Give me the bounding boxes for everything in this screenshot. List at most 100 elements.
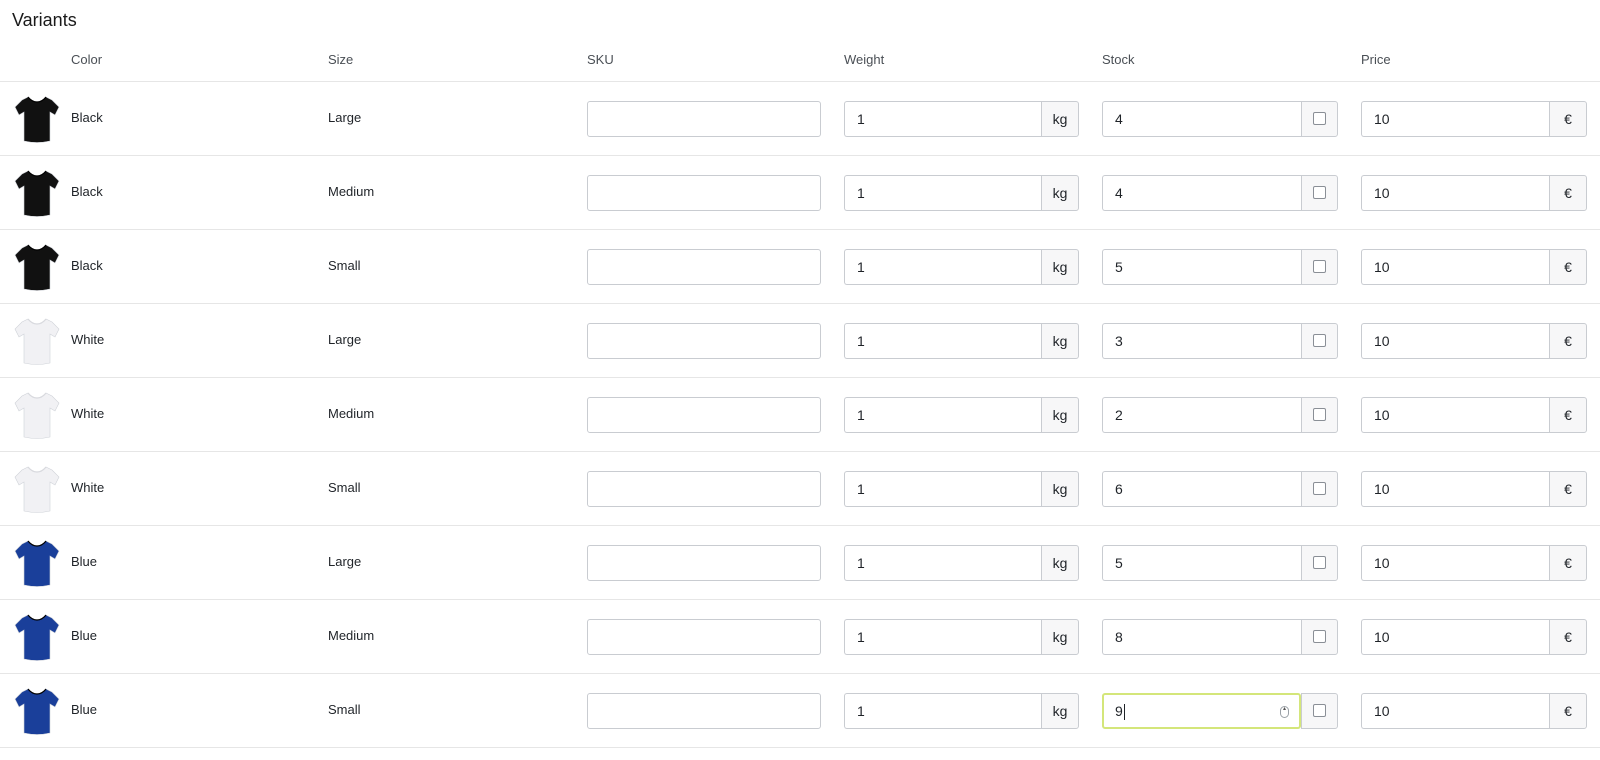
weight-input[interactable]: 1 bbox=[844, 249, 1041, 285]
white-tshirt-icon bbox=[14, 464, 60, 514]
weight-input[interactable]: 1 bbox=[844, 175, 1041, 211]
variant-size: Large bbox=[328, 332, 362, 347]
currency-symbol: € bbox=[1549, 471, 1587, 507]
price-input[interactable]: 10 bbox=[1361, 619, 1549, 655]
price-input[interactable]: 10 bbox=[1361, 545, 1549, 581]
stock-checkbox[interactable] bbox=[1313, 186, 1326, 199]
stock-checkbox[interactable] bbox=[1313, 630, 1326, 643]
blue-tshirt-icon bbox=[14, 538, 60, 588]
price-input-group: 10 € bbox=[1361, 397, 1587, 433]
weight-input[interactable]: 1 bbox=[844, 545, 1041, 581]
price-input-group: 10 € bbox=[1361, 249, 1587, 285]
stock-input[interactable]: 5 bbox=[1102, 249, 1301, 285]
variants-page: Variants Color Size SKU Weight Stock Pri… bbox=[0, 0, 1600, 760]
weight-unit: kg bbox=[1041, 397, 1079, 433]
stock-input[interactable]: 5 bbox=[1102, 545, 1301, 581]
price-input-group: 10 € bbox=[1361, 693, 1587, 729]
weight-input[interactable]: 1 bbox=[844, 397, 1041, 433]
section-title: Variants bbox=[12, 10, 77, 30]
sku-input[interactable] bbox=[587, 397, 821, 433]
column-header-price: Price bbox=[1361, 52, 1391, 67]
sku-input[interactable] bbox=[587, 101, 821, 137]
variant-color: Blue bbox=[71, 628, 98, 643]
weight-input[interactable]: 1 bbox=[844, 693, 1041, 729]
stock-input[interactable]: 2 bbox=[1102, 397, 1301, 433]
currency-symbol: € bbox=[1549, 619, 1587, 655]
weight-input-group: 1 kg bbox=[844, 323, 1079, 359]
weight-unit: kg bbox=[1041, 249, 1079, 285]
stock-checkbox[interactable] bbox=[1313, 112, 1326, 125]
white-tshirt-icon bbox=[14, 316, 60, 366]
price-input[interactable]: 10 bbox=[1361, 175, 1549, 211]
price-input-group: 10 € bbox=[1361, 471, 1587, 507]
stock-input[interactable]: 8 bbox=[1102, 619, 1301, 655]
column-header-sku: SKU bbox=[587, 52, 614, 67]
stock-checkbox-addon bbox=[1301, 545, 1338, 581]
price-input[interactable]: 10 bbox=[1361, 397, 1549, 433]
weight-unit: kg bbox=[1041, 323, 1079, 359]
variant-size: Medium bbox=[328, 628, 375, 643]
variant-color: Black bbox=[71, 184, 103, 199]
stock-value: 9 bbox=[1115, 703, 1123, 719]
sku-input[interactable] bbox=[587, 175, 821, 211]
stock-checkbox[interactable] bbox=[1313, 334, 1326, 347]
stock-checkbox-addon bbox=[1301, 471, 1338, 507]
price-input-group: 10 € bbox=[1361, 619, 1587, 655]
stock-checkbox[interactable] bbox=[1313, 408, 1326, 421]
sku-input[interactable] bbox=[587, 619, 821, 655]
stock-input-group: 5 bbox=[1102, 249, 1338, 285]
stock-checkbox[interactable] bbox=[1313, 260, 1326, 273]
weight-input[interactable]: 1 bbox=[844, 471, 1041, 507]
sku-input[interactable] bbox=[587, 249, 821, 285]
variant-size: Large bbox=[328, 110, 362, 125]
table-row-8: Blue Medium 1 kg 8 10 € bbox=[0, 600, 1600, 674]
stock-checkbox-addon bbox=[1301, 323, 1338, 359]
stock-input[interactable]: 6 bbox=[1102, 471, 1301, 507]
stock-input-group: 6 bbox=[1102, 471, 1338, 507]
stock-checkbox-addon bbox=[1301, 101, 1338, 137]
variant-color: White bbox=[71, 332, 105, 347]
column-header-stock: Stock bbox=[1102, 52, 1135, 67]
stock-input-group: 5 bbox=[1102, 545, 1338, 581]
price-input[interactable]: 10 bbox=[1361, 323, 1549, 359]
stock-checkbox[interactable] bbox=[1313, 556, 1326, 569]
sku-input[interactable] bbox=[587, 693, 821, 729]
variant-size: Small bbox=[328, 480, 361, 495]
variant-size: Small bbox=[328, 702, 361, 717]
variant-color: White bbox=[71, 406, 105, 421]
stock-input-focused[interactable]: 9 ▴ bbox=[1102, 693, 1301, 729]
sku-input[interactable] bbox=[587, 545, 821, 581]
stock-input[interactable]: 4 bbox=[1102, 175, 1301, 211]
weight-input-group: 1 kg bbox=[844, 471, 1079, 507]
column-header-size: Size bbox=[328, 52, 354, 67]
sku-input[interactable] bbox=[587, 471, 821, 507]
price-input[interactable]: 10 bbox=[1361, 471, 1549, 507]
table-row-5: White Medium 1 kg 2 10 € bbox=[0, 378, 1600, 452]
stock-checkbox[interactable] bbox=[1313, 704, 1326, 717]
price-input[interactable]: 10 bbox=[1361, 101, 1549, 137]
sku-input[interactable] bbox=[587, 323, 821, 359]
weight-input-group: 1 kg bbox=[844, 693, 1079, 729]
stock-checkbox-addon bbox=[1301, 397, 1338, 433]
black-tshirt-icon bbox=[14, 168, 60, 218]
variant-color: Black bbox=[71, 258, 103, 273]
stock-input[interactable]: 3 bbox=[1102, 323, 1301, 359]
weight-input[interactable]: 1 bbox=[844, 101, 1041, 137]
variant-color: Blue bbox=[71, 554, 98, 569]
weight-unit: kg bbox=[1041, 471, 1079, 507]
currency-symbol: € bbox=[1549, 397, 1587, 433]
weight-input-group: 1 kg bbox=[844, 619, 1079, 655]
variant-size: Large bbox=[328, 554, 362, 569]
weight-unit: kg bbox=[1041, 619, 1079, 655]
stock-checkbox[interactable] bbox=[1313, 482, 1326, 495]
weight-input-group: 1 kg bbox=[844, 101, 1079, 137]
weight-input[interactable]: 1 bbox=[844, 619, 1041, 655]
stock-input[interactable]: 4 bbox=[1102, 101, 1301, 137]
price-input[interactable]: 10 bbox=[1361, 693, 1549, 729]
weight-input[interactable]: 1 bbox=[844, 323, 1041, 359]
variants-table-body: Black Large 1 kg 4 10 € Black Medium 1 k… bbox=[0, 82, 1600, 748]
weight-input-group: 1 kg bbox=[844, 545, 1079, 581]
price-input[interactable]: 10 bbox=[1361, 249, 1549, 285]
black-tshirt-icon bbox=[14, 242, 60, 292]
number-spinner-icon[interactable]: ▴ bbox=[1280, 706, 1289, 718]
